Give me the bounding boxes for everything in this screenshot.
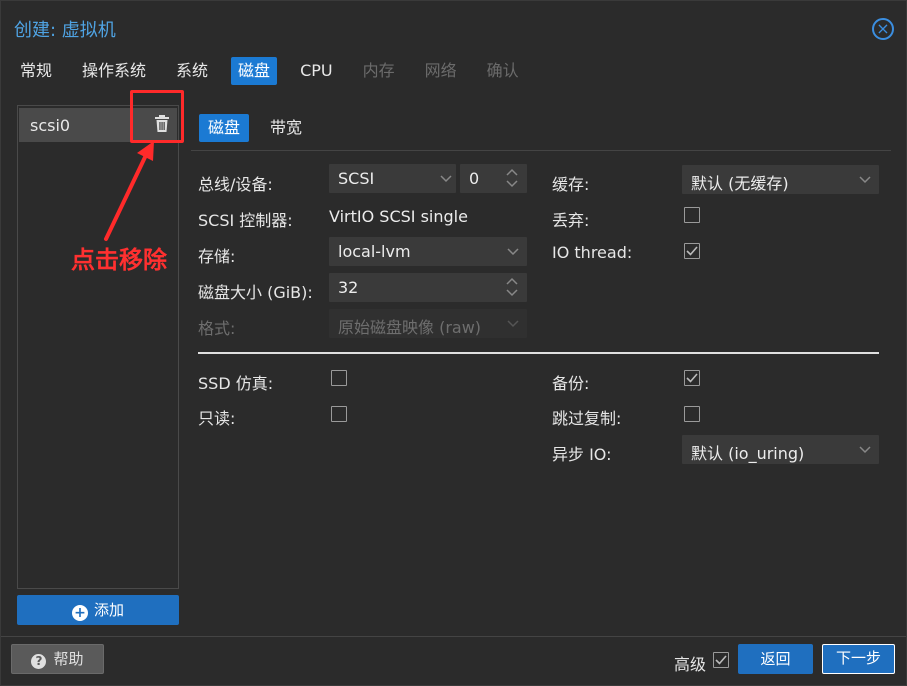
chevron-down-icon	[507, 320, 519, 328]
cache-select[interactable]: 默认 (无缓存)	[682, 165, 879, 194]
checkmark-icon	[715, 655, 727, 665]
tab-cpu[interactable]: CPU	[293, 57, 340, 85]
close-icon[interactable]: ×	[872, 18, 894, 40]
bus-label: 总线/设备:	[198, 175, 273, 194]
device-label: scsi0	[30, 116, 71, 135]
plus-circle-icon: +	[71, 605, 88, 621]
tab-os[interactable]: 操作系统	[75, 57, 153, 85]
format-value: 原始磁盘映像 (raw)	[338, 318, 482, 337]
disk-sub-tabs: 磁盘 带宽	[199, 114, 323, 142]
async-io-select[interactable]: 默认 (io_uring)	[682, 435, 879, 464]
cache-value: 默认 (无缓存)	[691, 174, 789, 193]
spinner-icon	[506, 277, 518, 297]
async-io-value: 默认 (io_uring)	[691, 444, 805, 463]
spinner-icon	[506, 168, 518, 188]
tab-memory: 内存	[362, 61, 395, 80]
tab-confirm: 确认	[486, 61, 519, 80]
chevron-down-icon	[440, 175, 452, 183]
subtab-divider	[191, 150, 891, 151]
back-button[interactable]: 返回	[738, 644, 813, 674]
annotation-arrow	[104, 141, 154, 241]
subtab-disk[interactable]: 磁盘	[199, 114, 250, 142]
annotation-text: 点击移除	[71, 246, 167, 274]
help-button[interactable]: ? 帮助	[11, 644, 104, 674]
backup-checkbox[interactable]	[684, 370, 700, 386]
tab-disks[interactable]: 磁盘	[231, 57, 278, 85]
footer-divider	[1, 636, 906, 637]
iothread-label: IO thread:	[552, 243, 633, 262]
storage-label: 存储:	[198, 247, 236, 266]
disk-size-label: 磁盘大小 (GiB):	[198, 283, 313, 302]
checkmark-icon	[686, 373, 698, 383]
discard-label: 丢弃:	[552, 211, 590, 230]
help-button-label: 帮助	[53, 650, 84, 668]
annotation-highlight-box	[130, 90, 184, 143]
device-index-value: 0	[469, 169, 480, 188]
bus-value: SCSI	[338, 169, 375, 188]
device-index-stepper[interactable]: 0	[460, 164, 527, 193]
iothread-checkbox[interactable]	[684, 243, 700, 259]
advanced-checkbox[interactable]	[713, 652, 729, 668]
next-button[interactable]: 下一步	[822, 644, 895, 674]
create-vm-dialog: 创建: 虚拟机 × 常规 操作系统 系统 磁盘 CPU 内存 网络 确认 scs…	[0, 0, 907, 686]
storage-value: local-lvm	[338, 242, 411, 261]
tab-system[interactable]: 系统	[169, 57, 215, 85]
chevron-down-icon	[859, 176, 871, 184]
chevron-down-icon	[507, 248, 519, 256]
format-select: 原始磁盘映像 (raw)	[329, 309, 527, 338]
wizard-tabs: 常规 操作系统 系统 磁盘 CPU 内存 网络 确认	[13, 57, 542, 87]
readonly-checkbox[interactable]	[331, 406, 347, 422]
cache-label: 缓存:	[552, 175, 590, 194]
discard-checkbox[interactable]	[684, 207, 700, 223]
storage-select[interactable]: local-lvm	[329, 237, 527, 266]
add-disk-button[interactable]: + 添加	[17, 595, 179, 625]
ssd-checkbox[interactable]	[331, 370, 347, 386]
async-io-label: 异步 IO:	[552, 445, 612, 464]
disk-size-value: 32	[338, 278, 359, 297]
controller-label: SCSI 控制器:	[198, 211, 293, 230]
checkmark-icon	[686, 246, 698, 256]
bus-select[interactable]: SCSI	[329, 164, 456, 193]
disk-size-stepper[interactable]: 32	[329, 273, 527, 302]
section-divider	[198, 352, 879, 354]
format-label: 格式:	[198, 319, 236, 338]
question-circle-icon: ?	[31, 654, 47, 669]
backup-label: 备份:	[552, 374, 590, 393]
dialog-titlebar: 创建: 虚拟机 ×	[1, 1, 906, 53]
readonly-label: 只读:	[198, 409, 236, 428]
ssd-label: SSD 仿真:	[198, 374, 274, 393]
tab-network: 网络	[424, 61, 457, 80]
controller-value: VirtIO SCSI single	[329, 207, 468, 226]
subtab-bandwidth[interactable]: 带宽	[261, 114, 311, 142]
skip-replication-label: 跳过复制:	[552, 409, 622, 428]
skip-replication-checkbox[interactable]	[684, 406, 700, 422]
tab-general[interactable]: 常规	[13, 57, 59, 85]
advanced-label: 高级	[674, 655, 707, 674]
add-button-label: 添加	[93, 601, 124, 619]
chevron-down-icon	[859, 446, 871, 454]
dialog-title: 创建: 虚拟机	[14, 20, 116, 41]
